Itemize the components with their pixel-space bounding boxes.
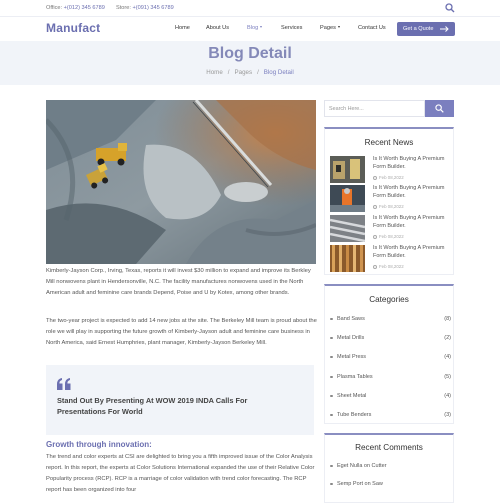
logo[interactable]: Manufact — [46, 21, 100, 35]
category-count: (5) — [444, 374, 451, 380]
contact-info: Office: +(012) 345 6789 Store: +(091) 34… — [46, 5, 174, 11]
office-label: Office: — [46, 5, 63, 11]
breadcrumb-home[interactable]: Home — [206, 69, 223, 76]
nav-item-contact[interactable]: Contact Us — [358, 25, 386, 31]
get-quote-button[interactable]: Get a Quote — [397, 22, 455, 36]
article-image — [46, 100, 316, 264]
categories-widget: Categories Band Saws (8) Metal Drills (2) … — [324, 284, 454, 424]
bullet-icon — [330, 355, 333, 358]
news-thumbnail — [330, 245, 365, 272]
clock-icon — [373, 234, 377, 239]
quote-icon — [57, 378, 71, 390]
news-date-text: Feb 08,2022 — [379, 175, 404, 180]
nav-item-services[interactable]: Services — [281, 25, 302, 31]
category-count: (4) — [444, 393, 451, 399]
page-title: Blog Detail — [208, 45, 292, 62]
article-paragraph-2: The two-year project is expected to add … — [46, 318, 317, 346]
news-title[interactable]: Is It Worth Buying A Premium Form Builde… — [373, 215, 451, 230]
bullet-icon — [330, 375, 333, 378]
recent-news-item[interactable]: Is It Worth Buying A Premium Form Builde… — [330, 185, 450, 213]
bullet-icon — [330, 317, 333, 320]
news-date-text: Feb 08,2022 — [379, 234, 404, 239]
search-icon[interactable] — [445, 3, 455, 13]
search-icon — [435, 104, 444, 113]
news-thumbnail — [330, 156, 365, 183]
bullet-icon — [330, 482, 333, 485]
category-name[interactable]: Metal Drills — [337, 335, 364, 341]
main-nav: Manufact Home About Us Blog Services Pag… — [0, 17, 500, 41]
category-name[interactable]: Sheet Metal — [337, 393, 366, 399]
article-paragraph-1: Kimberly-Jayson Corp., Irving, Texas, re… — [46, 268, 311, 296]
category-count: (3) — [444, 412, 451, 418]
bullet-icon — [330, 413, 333, 416]
quote-text: Stand Out By Presenting At WOW 2019 INDA… — [57, 396, 248, 416]
comment-text[interactable]: Semp Port on Saw — [337, 481, 383, 487]
page-header: Blog Detail Home / Pages / Blog Detail — [0, 41, 500, 85]
news-date: Feb 08,2022 — [373, 234, 404, 239]
category-name[interactable]: Tube Benders — [337, 412, 371, 418]
category-name[interactable]: Plasma Tables — [337, 374, 373, 380]
recent-news-title: Recent News — [364, 138, 414, 147]
news-title[interactable]: Is It Worth Buying A Premium Form Builde… — [373, 245, 451, 260]
news-date-text: Feb 08,2022 — [379, 204, 404, 209]
bullet-icon — [330, 464, 333, 467]
recent-comments-title: Recent Comments — [355, 443, 423, 452]
store-phone[interactable]: +(091) 345 6789 — [132, 5, 173, 11]
categories-title: Categories — [369, 295, 409, 304]
get-quote-label: Get a Quote — [403, 26, 434, 32]
comment-text[interactable]: Eget Nulla on Cutter — [337, 463, 387, 469]
news-date: Feb 08,2022 — [373, 204, 404, 209]
sidebar-search-input[interactable]: Search Here... — [324, 100, 425, 117]
nav-item-pages[interactable]: Pages — [320, 25, 340, 31]
bullet-icon — [330, 336, 333, 339]
recent-news-widget: Recent News Is It Worth Buying A Premium… — [324, 127, 454, 275]
category-count: (4) — [444, 354, 451, 360]
news-date: Feb 08,2022 — [373, 264, 404, 269]
news-date: Feb 08,2022 — [373, 175, 404, 180]
sidebar-search-button[interactable] — [425, 100, 454, 117]
clock-icon — [373, 204, 377, 209]
recent-news-item[interactable]: Is It Worth Buying A Premium Form Builde… — [330, 245, 450, 273]
news-thumbnail — [330, 185, 365, 212]
clock-icon — [373, 264, 377, 269]
category-name[interactable]: Band Saws — [337, 316, 365, 322]
nav-item-blog-label: Blog — [247, 25, 259, 31]
office-phone[interactable]: +(012) 345 6789 — [64, 5, 105, 11]
category-name[interactable]: Metal Press — [337, 354, 366, 360]
breadcrumb: Home / Pages / Blog Detail — [206, 69, 294, 76]
news-date-text: Feb 08,2022 — [379, 264, 404, 269]
article-paragraph-3: The trend and color experts at CSI are d… — [46, 454, 315, 493]
nav-item-about[interactable]: About Us — [206, 25, 229, 31]
recent-news-item[interactable]: Is It Worth Buying A Premium Form Builde… — [330, 215, 450, 243]
blockquote: Stand Out By Presenting At WOW 2019 INDA… — [46, 365, 314, 435]
news-title[interactable]: Is It Worth Buying A Premium Form Builde… — [373, 156, 451, 171]
clock-icon — [373, 175, 377, 180]
store-label: Store: — [115, 5, 131, 11]
breadcrumb-current: Blog Detail — [263, 69, 294, 76]
nav-item-blog[interactable]: Blog — [247, 25, 263, 31]
breadcrumb-pages[interactable]: Pages — [235, 69, 253, 76]
bullet-icon — [330, 394, 333, 397]
nav-item-pages-label: Pages — [320, 25, 336, 31]
category-count: (2) — [444, 335, 451, 341]
chevron-down-icon — [260, 26, 263, 28]
news-title[interactable]: Is It Worth Buying A Premium Form Builde… — [373, 185, 451, 200]
top-bar: Office: +(012) 345 6789 Store: +(091) 34… — [0, 0, 500, 17]
news-thumbnail — [330, 215, 365, 242]
category-count: (8) — [444, 316, 451, 322]
section-heading: Growth through innovation: — [46, 440, 152, 449]
chevron-down-icon — [337, 26, 340, 28]
recent-comments-widget: Recent Comments Eget Nulla on Cutter Sem… — [324, 433, 454, 503]
arrow-right-icon — [440, 26, 449, 32]
recent-news-item[interactable]: Is It Worth Buying A Premium Form Builde… — [330, 156, 450, 184]
nav-item-home[interactable]: Home — [175, 25, 190, 31]
